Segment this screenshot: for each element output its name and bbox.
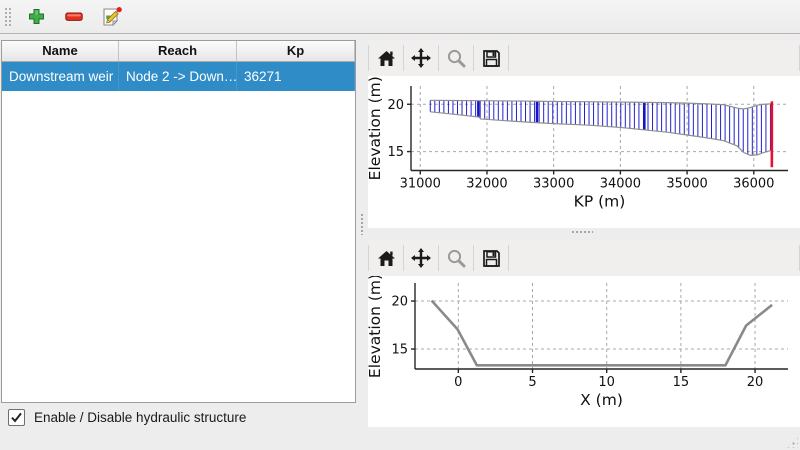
column-header-kp[interactable]: Kp	[237, 41, 355, 61]
svg-text:Elevation (m): Elevation (m)	[368, 276, 384, 378]
toolbar-separator	[368, 45, 369, 71]
save-disk-button[interactable]	[476, 244, 506, 272]
svg-text:Elevation (m): Elevation (m)	[368, 76, 384, 180]
structures-table: Name Reach Kp Downstream weir Node 2 -> …	[1, 40, 356, 403]
toolbar-separator	[438, 245, 439, 271]
pan-arrows-button[interactable]	[406, 244, 436, 272]
svg-text:20: 20	[391, 295, 408, 310]
svg-text:X (m): X (m)	[580, 391, 623, 409]
svg-text:10: 10	[598, 375, 615, 390]
enable-structure-label: Enable / Disable hydraulic structure	[34, 410, 246, 425]
enable-structure-row: Enable / Disable hydraulic structure	[8, 409, 246, 426]
home-button[interactable]	[371, 244, 401, 272]
zoom-magnifier-icon	[446, 48, 467, 69]
zoom-magnifier-button[interactable]	[441, 44, 471, 72]
zoom-magnifier-icon	[446, 248, 467, 269]
toolbar-separator	[403, 245, 404, 271]
horizontal-splitter-handle[interactable]	[571, 230, 593, 235]
home-button[interactable]	[371, 44, 401, 72]
toolbar-separator	[403, 45, 404, 71]
svg-text:31000: 31000	[400, 177, 441, 192]
minus-icon	[65, 12, 83, 22]
enable-structure-checkbox[interactable]	[8, 409, 25, 426]
cell-reach[interactable]: Node 2 -> Down…	[119, 62, 237, 91]
toolbar-separator	[438, 45, 439, 71]
save-disk-button[interactable]	[476, 44, 506, 72]
toolbar-separator	[368, 245, 369, 271]
kp-profile-figure: 31000 32000 33000 34000 35000 36000 15 20 KP (m)…	[368, 76, 800, 228]
column-header-name[interactable]: Name	[2, 41, 119, 61]
checkmark-icon	[10, 411, 23, 424]
toolbar-drag-handle[interactable]	[3, 6, 11, 28]
pan-arrows-button[interactable]	[406, 44, 436, 72]
svg-text:32000: 32000	[466, 177, 507, 192]
toolbar-separator	[473, 245, 474, 271]
svg-text:5: 5	[528, 375, 536, 390]
svg-text:20: 20	[387, 98, 404, 113]
cell-kp[interactable]: 36271	[237, 62, 355, 91]
hydraulic-structures-window: Name Reach Kp Downstream weir Node 2 -> …	[0, 0, 800, 450]
svg-text:15: 15	[391, 343, 408, 358]
svg-text:35000: 35000	[666, 177, 707, 192]
table-header-row: Name Reach Kp	[2, 41, 355, 62]
zoom-magnifier-button[interactable]	[441, 244, 471, 272]
remove-structure-button[interactable]	[61, 4, 87, 30]
table-row-selected[interactable]: Downstream weir Node 2 -> Down… 36271	[2, 62, 355, 91]
pan-arrows-icon	[410, 247, 432, 269]
svg-text:15: 15	[387, 145, 404, 160]
pan-arrows-icon	[410, 47, 432, 69]
cross-section-figure: 0 5 10 15 20 15 20 X (m) Elevation (m)	[368, 276, 800, 427]
svg-text:20: 20	[747, 375, 764, 390]
save-disk-icon	[481, 248, 502, 269]
cell-name[interactable]: Downstream weir	[2, 62, 119, 91]
svg-text:34000: 34000	[600, 177, 641, 192]
add-structure-button[interactable]	[23, 4, 49, 30]
svg-text:KP (m): KP (m)	[574, 193, 626, 211]
home-icon	[376, 48, 397, 69]
column-header-reach[interactable]: Reach	[119, 41, 237, 61]
window-resize-grip[interactable]	[786, 436, 798, 448]
plus-icon	[28, 8, 45, 25]
main-toolbar	[0, 0, 800, 34]
svg-text:15: 15	[673, 375, 690, 390]
svg-text:36000: 36000	[733, 177, 774, 192]
toolbar-separator	[508, 245, 509, 271]
home-icon	[376, 248, 397, 269]
toolbar-separator	[508, 45, 509, 71]
svg-text:33000: 33000	[533, 177, 574, 192]
save-disk-icon	[481, 48, 502, 69]
toolbar-separator	[473, 45, 474, 71]
kp-profile-chart[interactable]: 31000 32000 33000 34000 35000 36000 15 20 KP (m)…	[368, 76, 800, 228]
cross-section-chart[interactable]: 0 5 10 15 20 15 20 X (m) Elevation (m)	[368, 276, 800, 427]
vertical-splitter-handle[interactable]	[360, 213, 365, 235]
svg-text:0: 0	[454, 375, 462, 390]
xsection-chart-toolbar	[368, 240, 800, 276]
edit-structure-button[interactable]	[99, 4, 125, 30]
kp-chart-toolbar	[368, 40, 800, 76]
edit-pencil-icon	[101, 6, 123, 28]
